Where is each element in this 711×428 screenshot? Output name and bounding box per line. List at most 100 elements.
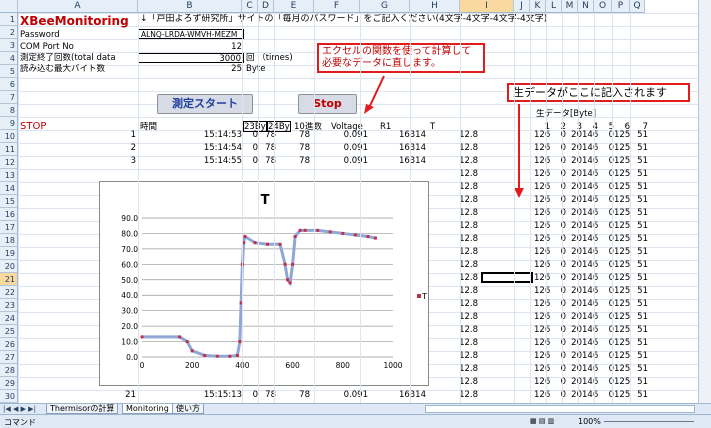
tab-monitoring[interactable]: Monitoring	[122, 404, 173, 414]
raw-cell[interactable]: 0	[550, 364, 566, 374]
raw-cell[interactable]: 125	[614, 286, 630, 296]
raw-cell[interactable]: 125	[614, 234, 630, 244]
raw-cell[interactable]: 20	[566, 221, 582, 231]
t-cell[interactable]: 12.8	[428, 143, 478, 153]
column-header[interactable]: E	[274, 0, 314, 13]
t-cell[interactable]: 12.8	[428, 156, 478, 166]
t-cell[interactable]: 12.8	[428, 273, 478, 283]
row-header[interactable]: 18	[0, 234, 18, 247]
tab-nav-icons[interactable]: |◀ ◀ ▶ ▶|	[3, 404, 36, 414]
raw-cell[interactable]: 125	[614, 390, 630, 400]
raw-cell[interactable]: 125	[614, 260, 630, 270]
time-cell[interactable]: 15:15:13	[138, 390, 242, 400]
raw-cell[interactable]: 125	[614, 143, 630, 153]
row-header[interactable]: 14	[0, 182, 18, 195]
raw-cell[interactable]: 51	[632, 143, 648, 153]
row-header[interactable]: 27	[0, 351, 18, 364]
raw-cell[interactable]: 20	[566, 156, 582, 166]
raw-cell[interactable]: 126	[534, 260, 550, 270]
com-port-field[interactable]: 12	[138, 42, 244, 52]
raw-cell[interactable]: 125	[614, 156, 630, 166]
column-header[interactable]: H	[410, 0, 460, 13]
row-header[interactable]: 1	[0, 13, 18, 26]
decimal-cell[interactable]: 78	[276, 156, 310, 166]
raw-cell[interactable]: 126	[534, 377, 550, 387]
raw-cell[interactable]: 125	[614, 377, 630, 387]
active-cell[interactable]	[481, 272, 533, 283]
row-header[interactable]: 5	[0, 65, 18, 78]
row-header[interactable]: 21	[0, 273, 18, 286]
raw-cell[interactable]: 51	[632, 221, 648, 231]
t-cell[interactable]: 12.8	[428, 390, 478, 400]
raw-cell[interactable]: 0	[550, 182, 566, 192]
raw-cell[interactable]: 125	[614, 273, 630, 283]
row-header[interactable]: 11	[0, 143, 18, 156]
t-cell[interactable]: 12.8	[428, 286, 478, 296]
raw-cell[interactable]: 146	[582, 325, 598, 335]
raw-cell[interactable]: 126	[534, 221, 550, 231]
raw-cell[interactable]: 126	[534, 299, 550, 309]
raw-cell[interactable]: 125	[614, 130, 630, 140]
row-header[interactable]: 10	[0, 130, 18, 143]
raw-cell[interactable]: 20	[566, 286, 582, 296]
row-header[interactable]: 9	[0, 117, 18, 130]
raw-cell[interactable]: 146	[582, 156, 598, 166]
raw-cell[interactable]: 20	[566, 351, 582, 361]
raw-cell[interactable]: 51	[632, 390, 648, 400]
raw-cell[interactable]: 51	[632, 247, 648, 257]
raw-cell[interactable]: 51	[632, 325, 648, 335]
raw-cell[interactable]: 20	[566, 325, 582, 335]
r1-cell[interactable]: 16314	[368, 130, 426, 140]
column-header[interactable]: B	[138, 0, 242, 13]
horizontal-scrollbar[interactable]	[425, 405, 695, 413]
raw-cell[interactable]: 126	[534, 273, 550, 283]
raw-cell[interactable]: 20	[566, 312, 582, 322]
t-cell[interactable]: 12.8	[428, 247, 478, 257]
raw-cell[interactable]: 51	[632, 130, 648, 140]
raw-cell[interactable]: 126	[534, 130, 550, 140]
raw-cell[interactable]: 51	[632, 169, 648, 179]
t-cell[interactable]: 12.8	[428, 208, 478, 218]
raw-cell[interactable]: 125	[614, 182, 630, 192]
row-header[interactable]: 3	[0, 39, 18, 52]
column-header[interactable]: N	[578, 0, 594, 13]
temperature-chart[interactable]: T 0.0 10.0 20.0 30.0 40.0 50.0 60.0 70.0 80.0 90.…	[99, 181, 429, 386]
raw-cell[interactable]: 146	[582, 273, 598, 283]
raw-cell[interactable]: 0	[550, 143, 566, 153]
raw-cell[interactable]: 20	[566, 364, 582, 374]
raw-cell[interactable]: 51	[632, 156, 648, 166]
raw-cell[interactable]: 146	[582, 299, 598, 309]
raw-cell[interactable]: 146	[582, 377, 598, 387]
raw-cell[interactable]: 20	[566, 208, 582, 218]
raw-cell[interactable]: 51	[632, 182, 648, 192]
row-header[interactable]: 26	[0, 338, 18, 351]
raw-cell[interactable]: 126	[534, 286, 550, 296]
raw-cell[interactable]: 20	[566, 299, 582, 309]
raw-cell[interactable]: 126	[534, 364, 550, 374]
t-cell[interactable]: 12.8	[428, 234, 478, 244]
raw-cell[interactable]: 125	[614, 208, 630, 218]
raw-cell[interactable]: 0	[550, 234, 566, 244]
view-buttons[interactable]: ▦ ▤ ▥	[530, 417, 554, 425]
decimal-cell[interactable]: 78	[276, 390, 310, 400]
row-header[interactable]: 12	[0, 156, 18, 169]
raw-cell[interactable]: 20	[566, 169, 582, 179]
raw-cell[interactable]: 126	[534, 390, 550, 400]
column-header[interactable]: M	[562, 0, 578, 13]
raw-cell[interactable]: 0	[550, 169, 566, 179]
raw-cell[interactable]: 0	[550, 325, 566, 335]
raw-cell[interactable]: 146	[582, 195, 598, 205]
r1-cell[interactable]: 16314	[368, 143, 426, 153]
raw-cell[interactable]: 51	[632, 377, 648, 387]
raw-cell[interactable]: 20	[566, 130, 582, 140]
raw-cell[interactable]: 51	[632, 364, 648, 374]
raw-cell[interactable]: 146	[582, 247, 598, 257]
raw-cell[interactable]: 146	[582, 260, 598, 270]
password-field[interactable]: ALNQ-LRDA-WMVH-MEZM	[138, 29, 244, 39]
raw-cell[interactable]: 51	[632, 208, 648, 218]
raw-cell[interactable]: 146	[582, 234, 598, 244]
raw-cell[interactable]: 125	[614, 195, 630, 205]
raw-cell[interactable]: 126	[534, 312, 550, 322]
row-header[interactable]: 29	[0, 377, 18, 390]
row-index[interactable]: 2	[20, 143, 136, 153]
